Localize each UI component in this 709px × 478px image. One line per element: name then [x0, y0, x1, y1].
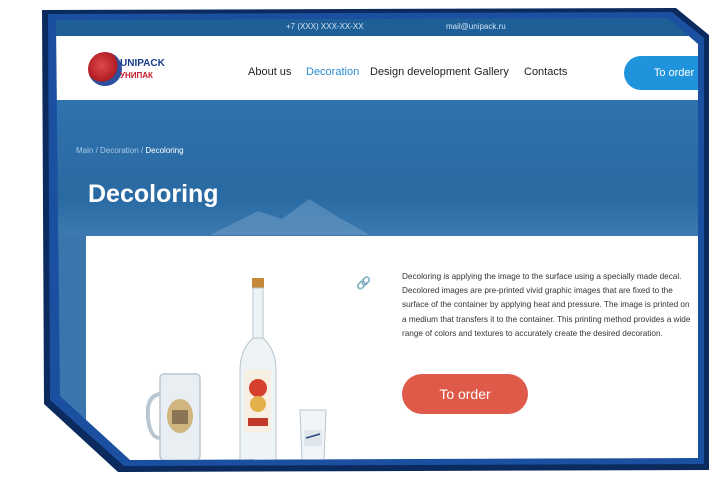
nav-item-decoration[interactable]: Decoration — [306, 66, 359, 78]
main-navigation: UNIPACK УНИПАК About us Decoration Desig… — [56, 36, 698, 100]
nav-item-contacts[interactable]: Contacts — [524, 66, 567, 78]
nav-item-design-development[interactable]: Design development — [370, 66, 470, 78]
breadcrumb: Main / Decoration / Decoloring — [76, 146, 184, 155]
topbar-email[interactable]: mail@unipack.ru — [446, 22, 506, 31]
header-order-button[interactable]: To order — [624, 56, 698, 90]
hero-side-strip — [56, 236, 86, 460]
nav-item-gallery[interactable]: Gallery — [474, 66, 509, 78]
decoloring-description: Decoloring is applying the image to the … — [402, 272, 691, 338]
unipack-logo[interactable]: UNIPACK УНИПАК — [86, 50, 172, 90]
breadcrumb-separator: / — [93, 146, 101, 155]
page-title: Decoloring — [88, 180, 219, 208]
beer-mug-image — [146, 373, 201, 460]
shot-glass-image — [299, 409, 327, 460]
order-button[interactable]: To order — [402, 374, 528, 414]
breadcrumb-current: Decoloring — [145, 146, 184, 155]
nav-item-about-us[interactable]: About us — [248, 66, 291, 78]
breadcrumb-main[interactable]: Main — [76, 146, 93, 155]
link-icon[interactable]: 🔗 — [356, 276, 371, 290]
globe-logo-icon — [88, 52, 122, 86]
browser-screen: +7 (XXX) XXX-XX-XX mail@unipack.ru UNIPA… — [56, 18, 698, 460]
topbar-phone[interactable]: +7 (XXX) XXX-XX-XX — [286, 22, 364, 31]
top-contact-bar: +7 (XXX) XXX-XX-XX mail@unipack.ru — [56, 18, 698, 36]
breadcrumb-decoration[interactable]: Decoration — [100, 146, 139, 155]
vodka-bottle-image — [239, 278, 277, 460]
hero-banner — [56, 100, 698, 240]
logo-text-cyrillic: УНИПАК — [120, 71, 153, 80]
logo-text-latin: UNIPACK — [120, 58, 165, 69]
